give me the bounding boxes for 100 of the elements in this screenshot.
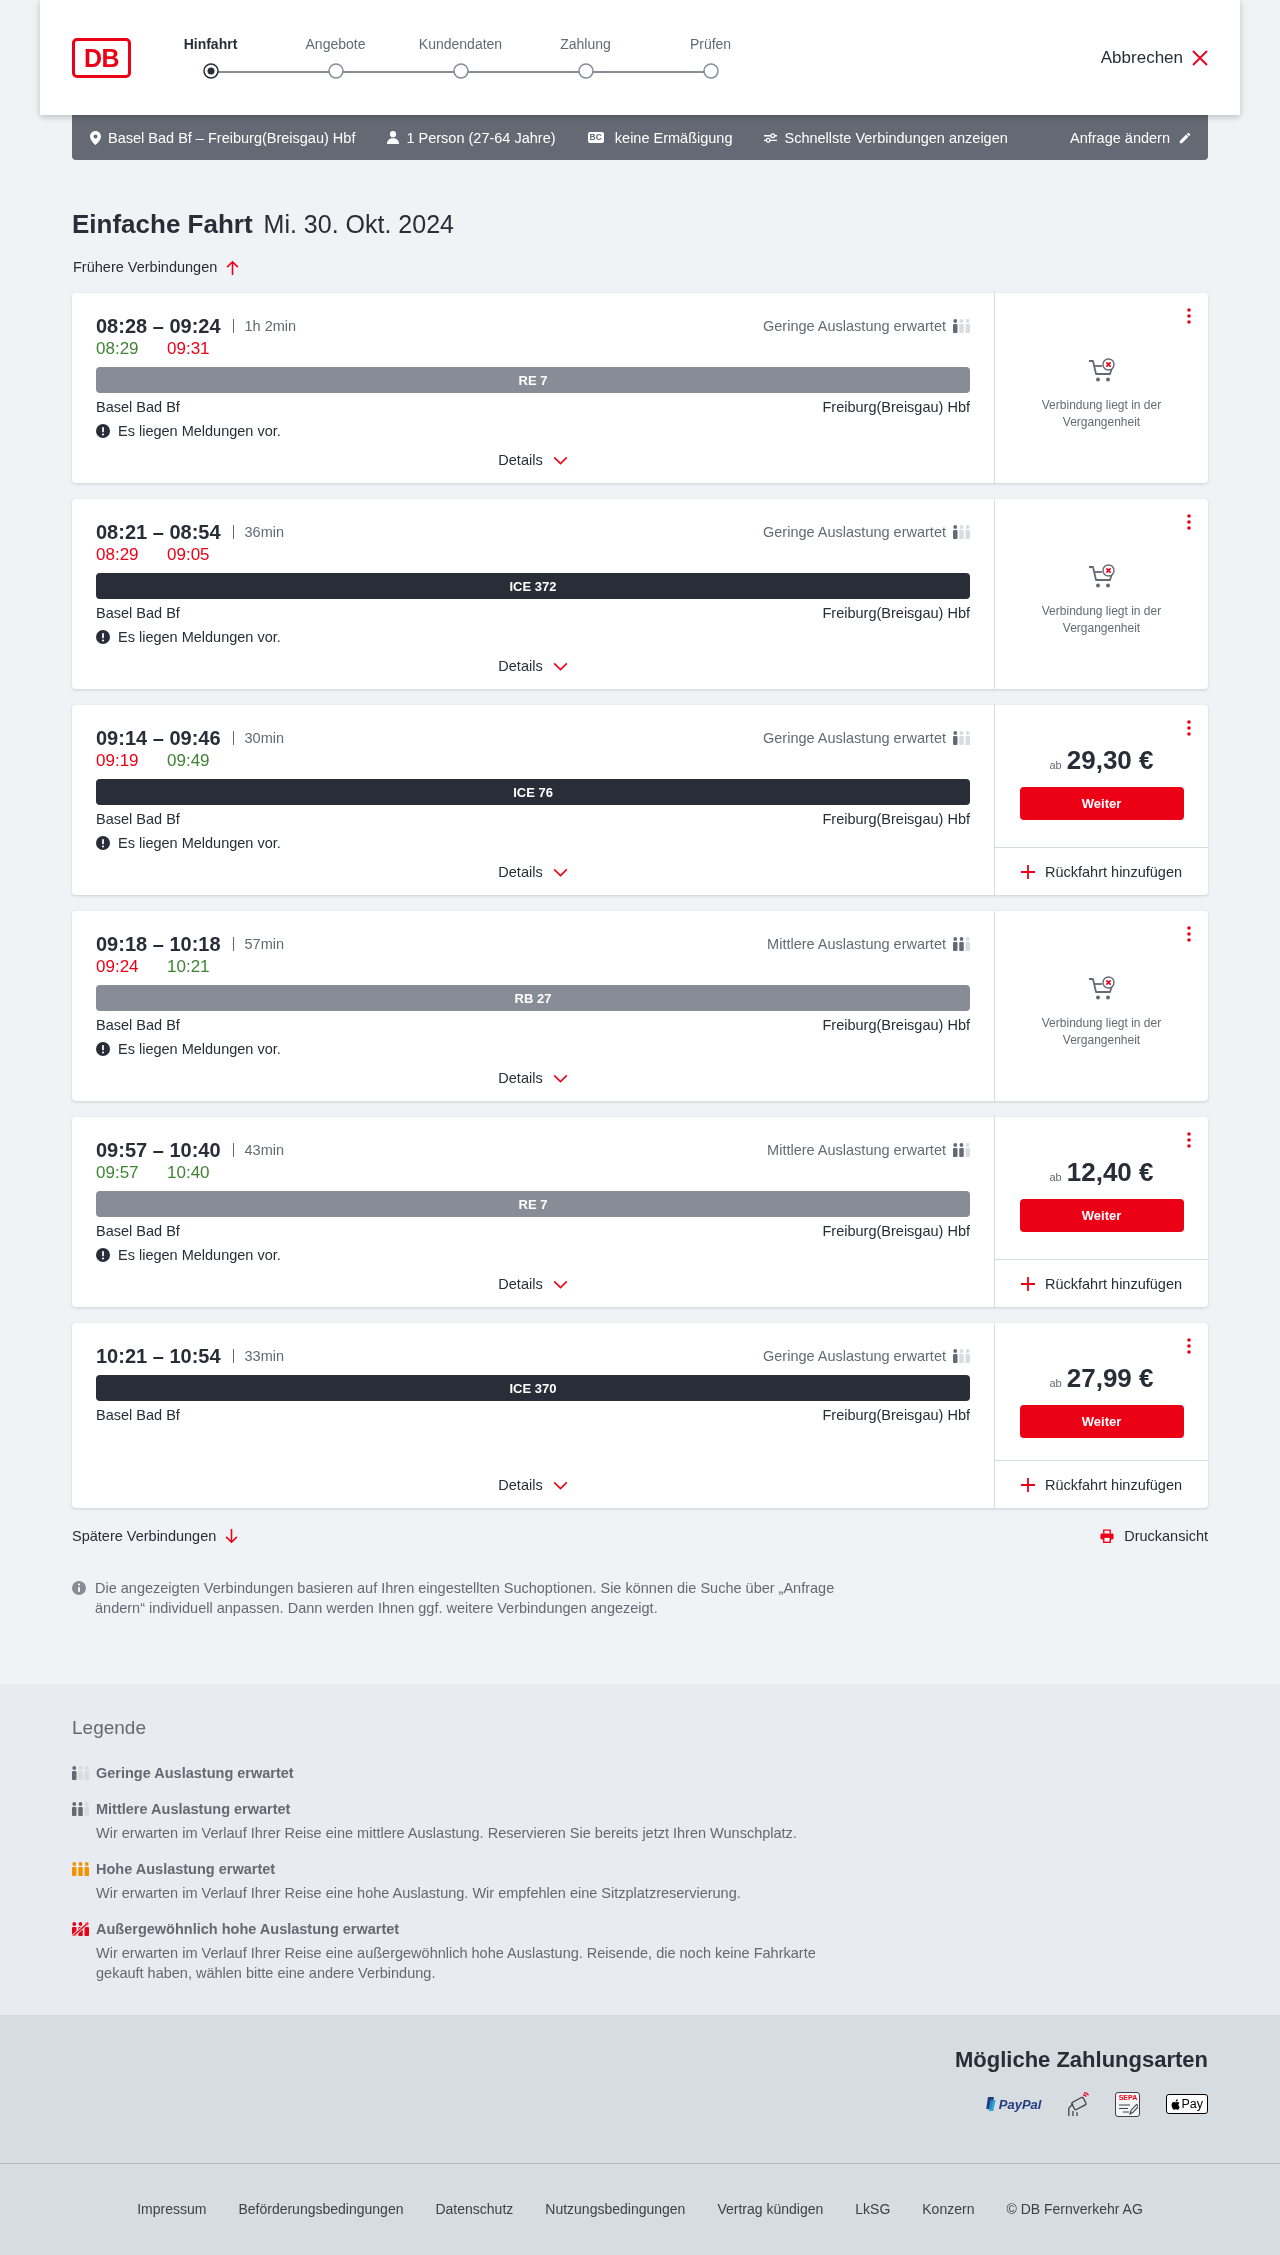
- continue-button[interactable]: Weiter: [1019, 787, 1184, 820]
- plus-icon: [1021, 1276, 1035, 1291]
- details-button[interactable]: Details: [498, 862, 568, 882]
- legend-item-description: Wir erwarten im Verlauf Ihrer Reise eine hohe Auslastung. Wir empfehlen eine Sitzplatzreservierung.: [96, 1884, 741, 1903]
- origin-station: Basel Bad Bf: [96, 1406, 180, 1425]
- discount-text: keine Ermäßigung: [614, 128, 733, 148]
- departure-arrival-times: 08:28 – 09:24: [96, 314, 221, 338]
- chevron-down-icon: [552, 1073, 568, 1083]
- price-text: 29,30 €: [1066, 744, 1154, 776]
- print-view-link[interactable]: Druckansicht: [1100, 1526, 1208, 1546]
- origin-station: Basel Bad Bf: [96, 398, 180, 417]
- cart-icon: [1087, 358, 1116, 384]
- realtime-time: 08:29: [96, 338, 140, 360]
- details-button[interactable]: Details: [498, 656, 568, 676]
- unavailable-text: Verbindung liegt in der Vergangenheit: [1040, 603, 1163, 637]
- arrow-down-icon: [225, 1528, 239, 1544]
- info-text: Die angezeigten Verbindungen basieren auf Ihren eingestellten Suchoptionen. Sie können die Suche über „Anfrage ändern“ individuell anpassen. Dann werden Ihnen ggf. weitere Verbindungen angezeigt.: [95, 1579, 836, 1618]
- cart-icon: [1087, 976, 1116, 1002]
- price-prefix: ab: [1049, 759, 1062, 771]
- earlier-connections-link[interactable]: Frühere Verbindungen: [73, 257, 240, 277]
- more-icon[interactable]: [1187, 514, 1191, 530]
- apple-icon: [1171, 2098, 1181, 2110]
- plus-icon: [1021, 864, 1035, 879]
- chevron-down-icon: [552, 1480, 568, 1490]
- warning-icon: [96, 1248, 110, 1262]
- footer-link[interactable]: Nutzungsbedingungen: [545, 2199, 686, 2219]
- pay-text: Pay: [1181, 2096, 1203, 2112]
- more-icon[interactable]: [1187, 1338, 1191, 1354]
- cart-icon: [1087, 564, 1116, 590]
- realtime-time: 10:21: [167, 956, 211, 978]
- occupancy-icon: [953, 1143, 970, 1157]
- occupancy-icon: [953, 525, 970, 539]
- footer-link[interactable]: Beförderungsbedingungen: [238, 2199, 404, 2219]
- later-connections-link[interactable]: Spätere Verbindungen: [72, 1526, 239, 1546]
- duration-text: 30min: [244, 730, 285, 746]
- more-icon[interactable]: [1187, 1132, 1191, 1148]
- train-bar: ICE 76: [96, 779, 970, 805]
- occupancy-text: Geringe Auslastung erwartet: [763, 524, 946, 540]
- notice-text: Es liegen Meldungen vor.: [118, 422, 281, 441]
- edit-request-button[interactable]: Anfrage ändern: [1070, 127, 1192, 148]
- warning-icon: [96, 424, 110, 438]
- cancel-button[interactable]: Abbrechen: [1100, 46, 1208, 69]
- occupancy-icon: [72, 1766, 89, 1780]
- details-button[interactable]: Details: [498, 1068, 568, 1088]
- realtime-time: 09:57: [96, 1162, 140, 1184]
- legend-title: Legende: [72, 1716, 146, 1740]
- destination-station: Freiburg(Breisgau) Hbf: [822, 398, 970, 417]
- realtime-time: 09:31: [167, 338, 211, 360]
- occupancy-text: Mittlere Auslastung erwartet: [767, 1142, 946, 1158]
- details-button[interactable]: Details: [498, 1274, 568, 1294]
- realtime-time: 09:05: [167, 544, 211, 566]
- footer-link[interactable]: Vertrag kündigen: [717, 2199, 824, 2219]
- step-label: Prüfen: [689, 35, 732, 53]
- passenger-text: 1 Person (27-64 Jahre): [406, 128, 556, 148]
- chevron-down-icon: [552, 1279, 568, 1289]
- legend-item-description: Wir erwarten im Verlauf Ihrer Reise eine mittlere Auslastung. Reservieren Sie bereits jetzt Ihren Wunschplatz.: [96, 1824, 797, 1843]
- details-button[interactable]: Details: [498, 1475, 568, 1495]
- footer-link[interactable]: Konzern: [922, 2199, 975, 2219]
- legend-item-title: Außergewöhnlich hohe Auslastung erwartet: [96, 1920, 400, 1939]
- continue-button[interactable]: Weiter: [1019, 1199, 1184, 1232]
- sorting-text: Schnellste Verbindungen anzeigen: [784, 128, 1008, 148]
- details-button[interactable]: Details: [498, 450, 568, 470]
- chevron-down-icon: [552, 455, 568, 465]
- realtime-time: 10:40: [167, 1162, 211, 1184]
- train-bar: RB 27: [96, 985, 970, 1011]
- contactless-card-icon: [1067, 2091, 1090, 2117]
- logo[interactable]: DB: [72, 37, 131, 78]
- more-icon[interactable]: [1187, 308, 1191, 324]
- warning-icon: [96, 1042, 110, 1056]
- notice-text: Es liegen Meldungen vor.: [118, 834, 281, 853]
- occupancy-icon: [953, 319, 970, 333]
- realtime-time: 09:19: [96, 750, 140, 772]
- train-bar: RE 7: [96, 367, 970, 393]
- origin-station: Basel Bad Bf: [96, 1016, 180, 1035]
- destination-station: Freiburg(Breisgau) Hbf: [822, 1222, 970, 1241]
- printer-icon: [1100, 1529, 1115, 1543]
- more-icon[interactable]: [1187, 720, 1191, 736]
- add-return-button[interactable]: Rückfahrt hinzufügen: [1021, 861, 1182, 882]
- occupancy-icon: [72, 1862, 89, 1876]
- discount-badge: BC: [587, 132, 604, 143]
- footer-link[interactable]: © DB Fernverkehr AG: [1006, 2199, 1143, 2219]
- duration-text: 36min: [244, 524, 285, 540]
- step-label: Hinfahrt: [183, 35, 238, 53]
- pencil-icon: [1178, 130, 1192, 145]
- sliders-icon: [764, 132, 778, 143]
- add-return-button[interactable]: Rückfahrt hinzufügen: [1021, 1273, 1182, 1294]
- more-icon[interactable]: [1187, 926, 1191, 942]
- chevron-down-icon: [552, 661, 568, 671]
- add-return-button[interactable]: Rückfahrt hinzufügen: [1021, 1474, 1182, 1495]
- footer-link[interactable]: LkSG: [855, 2199, 891, 2219]
- price-text: 27,99 €: [1066, 1362, 1154, 1394]
- origin-station: Basel Bad Bf: [96, 1222, 180, 1241]
- footer-link[interactable]: Datenschutz: [435, 2199, 514, 2219]
- continue-button[interactable]: Weiter: [1019, 1405, 1184, 1438]
- destination-station: Freiburg(Breisgau) Hbf: [822, 1016, 970, 1035]
- departure-arrival-times: 09:18 – 10:18: [96, 932, 221, 956]
- step-label: Angebote: [305, 35, 366, 53]
- footer-link[interactable]: Impressum: [137, 2199, 207, 2219]
- arrow-up-icon: [226, 259, 240, 275]
- notice-text: Es liegen Meldungen vor.: [118, 1040, 281, 1059]
